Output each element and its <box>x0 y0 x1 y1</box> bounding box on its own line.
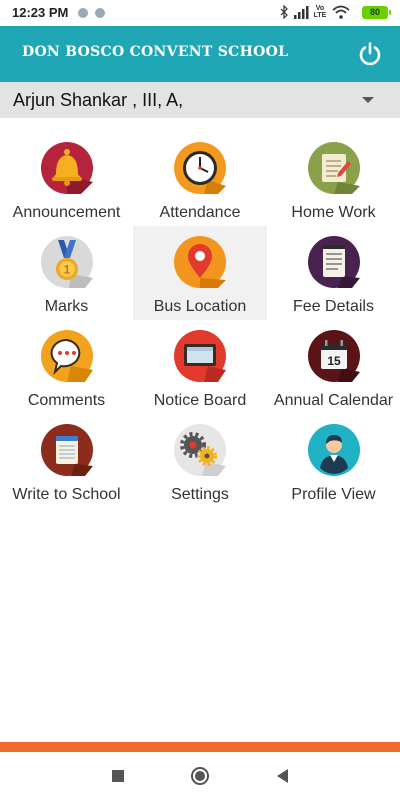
clock-icon <box>174 142 226 194</box>
footer-strip <box>0 742 400 752</box>
menu-item-label: Fee Details <box>293 298 374 315</box>
calendar-icon: 15 <box>307 330 360 382</box>
user-profile-icon <box>307 424 360 476</box>
menu-item-write-to-school[interactable]: Write to School <box>0 414 133 508</box>
medal-icon: 1 <box>40 236 93 288</box>
svg-text:1: 1 <box>63 263 70 277</box>
menu-item-attendance[interactable]: Attendance <box>133 132 267 226</box>
menu-item-label: Comments <box>27 392 106 409</box>
network-type-label: Vo LTE <box>313 5 327 19</box>
menu-item-notice-board[interactable]: Notice Board <box>133 320 267 414</box>
back-icon <box>277 769 288 783</box>
status-bar: 12:23 PM Vo LTE 80 <box>0 0 400 26</box>
menu-item-announcement[interactable]: Announcement <box>0 132 133 226</box>
home-button[interactable] <box>188 764 212 788</box>
menu-item-label: Bus Location <box>153 298 247 315</box>
battery-icon: 80 <box>362 6 391 19</box>
notification-dot-icon <box>78 8 88 18</box>
bell-icon <box>40 142 93 194</box>
menu-item-marks[interactable]: 1 Marks <box>0 226 133 320</box>
dropdown-arrow-icon <box>362 97 374 103</box>
gears-icon <box>174 424 226 476</box>
power-icon <box>359 42 381 66</box>
menu-item-label: Notice Board <box>153 392 247 409</box>
chat-bubble-icon <box>40 330 93 382</box>
menu-item-label: Settings <box>171 486 229 503</box>
location-pin-icon <box>174 236 226 288</box>
logout-button[interactable] <box>354 38 386 70</box>
menu-item-annual-calendar[interactable]: 15 Annual Calendar <box>267 320 400 414</box>
menu-item-label: Announcement <box>12 204 121 221</box>
menu-item-label: Write to School <box>12 486 121 503</box>
menu-item-label: Attendance <box>159 204 241 221</box>
signal-icon <box>294 6 309 19</box>
bluetooth-icon <box>280 5 288 19</box>
status-icons: Vo LTE 80 <box>278 5 391 21</box>
notification-dot-icon <box>95 8 105 18</box>
menu-item-settings[interactable]: Settings <box>133 414 267 508</box>
recent-apps-button[interactable] <box>106 764 130 788</box>
menu-item-label: Profile View <box>291 486 376 503</box>
menu-item-label: Annual Calendar <box>273 392 394 409</box>
system-nav-bar <box>0 752 400 800</box>
app-title: DON BOSCO CONVENT SCHOOL <box>22 44 289 60</box>
app-bar: DON BOSCO CONVENT SCHOOL <box>0 26 400 82</box>
menu-item-comments[interactable]: Comments <box>0 320 133 414</box>
back-button[interactable] <box>270 764 294 788</box>
menu-item-fee-details[interactable]: Fee Details <box>267 226 400 320</box>
recent-apps-icon <box>112 770 124 782</box>
menu-grid: Announcement Attendance Home Work 1 Mark… <box>0 132 400 508</box>
menu-item-profile-view[interactable]: Profile View <box>267 414 400 508</box>
menu-item-home-work[interactable]: Home Work <box>267 132 400 226</box>
student-name: Arjun Shankar , III, A, <box>13 90 184 110</box>
menu-item-label: Marks <box>44 298 89 315</box>
menu-item-label: Home Work <box>291 204 376 221</box>
student-selector[interactable]: Arjun Shankar , III, A, <box>0 82 400 118</box>
status-time: 12:23 PM <box>12 5 69 20</box>
menu-item-bus-location[interactable]: Bus Location <box>133 226 267 320</box>
calendar-day: 15 <box>327 354 341 368</box>
home-icon <box>191 767 209 785</box>
notice-board-icon <box>174 330 226 382</box>
wifi-icon <box>332 5 350 19</box>
notepad-icon <box>307 236 360 288</box>
homework-icon <box>307 142 360 194</box>
notebook-icon <box>40 424 93 476</box>
